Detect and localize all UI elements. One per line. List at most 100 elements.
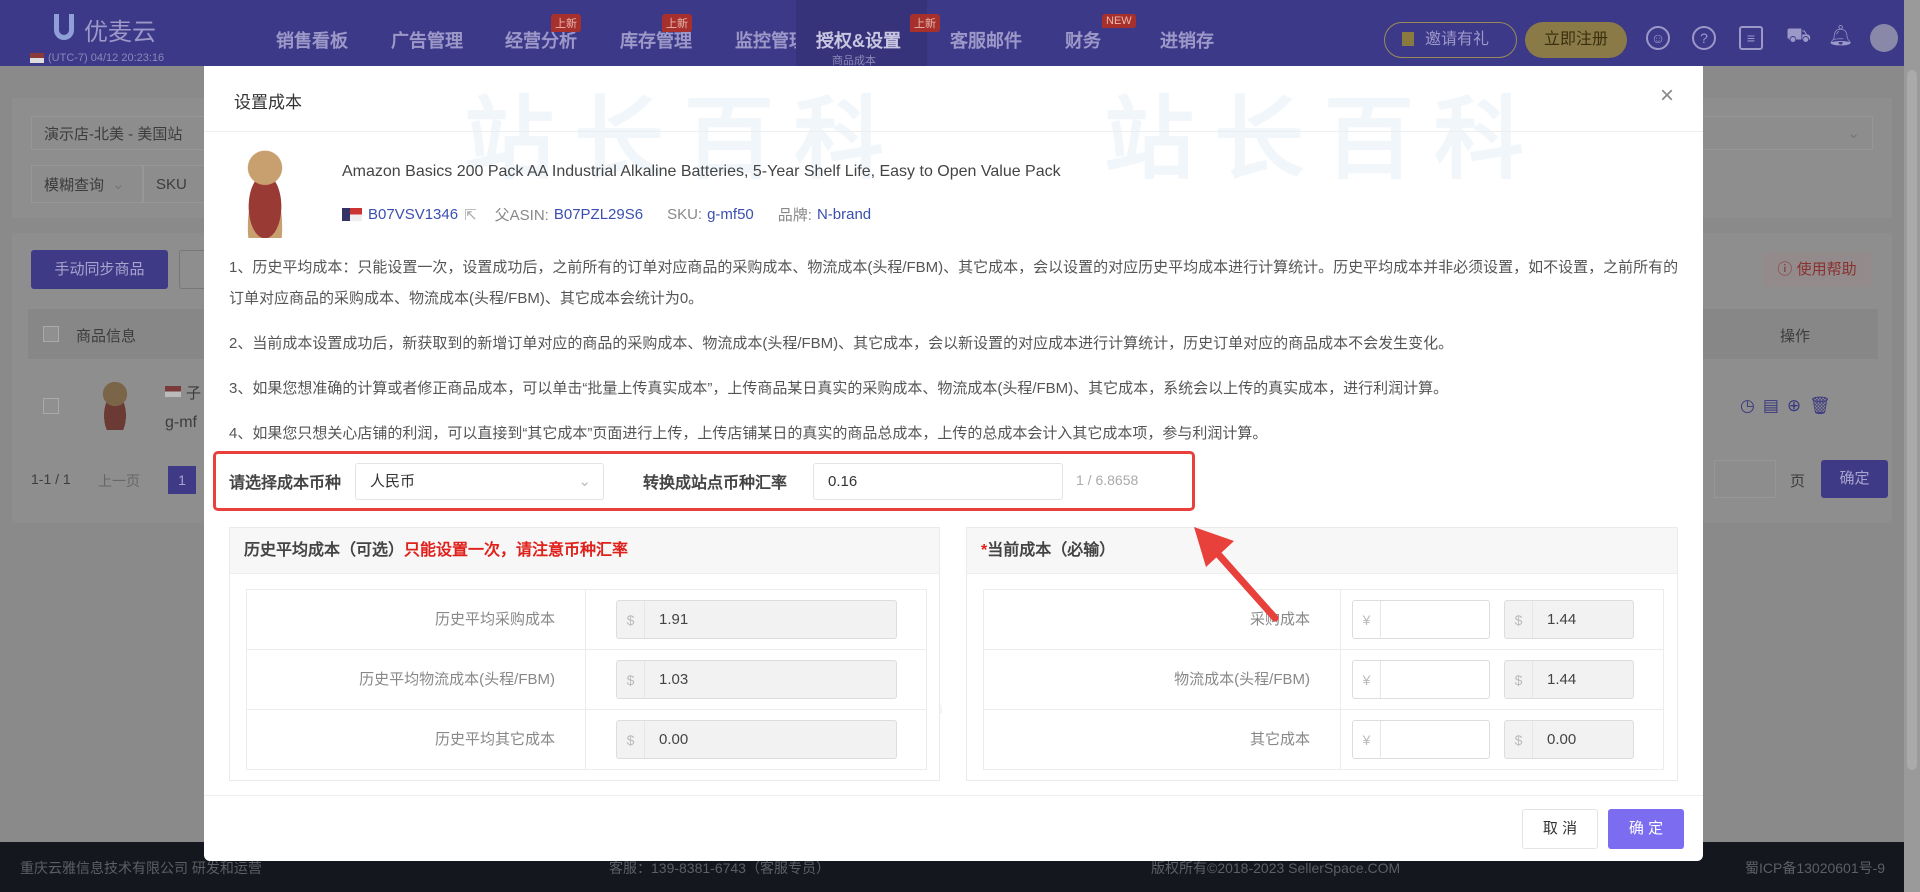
history-cost-table: 历史平均采购成本 $1.91 历史平均物流成本(头程/FBM) $1.03 历史平均… — [246, 589, 927, 770]
modal-title: 设置成本 — [234, 93, 302, 112]
nav-purchase[interactable]: 进销存 — [1160, 27, 1214, 53]
page-jump-confirm[interactable]: 确定 — [1821, 460, 1888, 498]
history-icon[interactable]: ◷ — [1740, 396, 1763, 415]
row-actions: ◷▤⊕🗑︎ — [1740, 396, 1839, 416]
help-button-label: 使用帮助 — [1796, 261, 1857, 278]
nav-ads[interactable]: 广告管理 — [391, 27, 463, 53]
note-4: 4、如果您只想关心店铺的利润，可以直接到“其它成本”页面进行上传，上传店铺某日的… — [229, 425, 1268, 442]
us-flag-icon — [342, 208, 362, 221]
input-value: 0.00 — [1547, 731, 1577, 748]
table-row: 历史平均物流成本(头程/FBM) $1.03 — [247, 650, 926, 710]
input-value: 1.91 — [659, 611, 689, 628]
row-sku: g-mf — [165, 414, 197, 431]
current-title: 当前成本（必输） — [987, 542, 1116, 559]
query-field-select[interactable]: SKU — [143, 165, 213, 203]
rate-label: 转换成站点币种汇率 — [643, 475, 788, 492]
prev-page[interactable]: 上一页 — [98, 471, 140, 491]
nav-settings[interactable]: 授权&设置 — [816, 27, 901, 53]
new-badge: NEW — [1102, 14, 1136, 28]
close-icon[interactable]: × — [1660, 82, 1674, 110]
row-prefix: 子 — [186, 385, 202, 402]
document-icon[interactable]: ▤ — [1763, 396, 1787, 415]
new-badge: 上新 — [551, 14, 581, 32]
currency-select[interactable]: 人民币 ⌄ — [355, 463, 604, 500]
row-label: 历史平均其它成本 — [247, 710, 586, 770]
sku-label: SKU: — [667, 206, 703, 223]
sync-products-button[interactable]: 手动同步商品 — [31, 250, 168, 289]
external-link-icon[interactable]: ⇱ — [464, 206, 477, 224]
history-other-input: $0.00 — [616, 720, 897, 759]
col-actions: 操作 — [1780, 328, 1811, 345]
top-nav: 优麦云 (UTC-7) 04/12 20:23:16 销售看板 广告管理 经营分… — [0, 0, 1904, 67]
confirm-button[interactable]: 确 定 — [1608, 809, 1684, 849]
set-cost-modal: 站长百科 站长百科 站长百科 站长百科 设置成本 × Amazon Basics… — [204, 66, 1703, 861]
dollar-prefix: $ — [617, 661, 645, 698]
support-icon[interactable]: ☺ — [1646, 26, 1670, 50]
new-badge: 上新 — [910, 14, 940, 32]
note-1: 1、历史平均成本：只能设置一次，设置成功后，之前所有的订单对应商品的采购成本、物… — [229, 259, 1679, 307]
us-flag-icon — [30, 53, 44, 63]
currency-icon[interactable]: ⊕ — [1787, 396, 1809, 415]
currency-label: 请选择成本币种 — [229, 475, 342, 492]
input-value: 1.44 — [1547, 611, 1577, 628]
register-button[interactable]: 立即注册 — [1525, 22, 1627, 58]
dollar-prefix: $ — [1505, 661, 1533, 698]
footer-company: 重庆云雅信息技术有限公司 研发和运营 — [20, 860, 262, 876]
delete-icon[interactable]: 🗑︎ — [1809, 396, 1839, 415]
history-cost-header: 历史平均成本（可选）只能设置一次，请注意币种汇率 — [230, 528, 939, 574]
logistics-cost-input[interactable]: ¥ — [1352, 660, 1490, 699]
current-cost-table: 采购成本 ¥ $1.44 物流成本(头程/FBM) ¥ $1.44 其它成本 ¥ $0.00 — [983, 589, 1664, 770]
product-title: Amazon Basics 200 Pack AA Industrial Alk… — [342, 163, 1061, 180]
product-meta: B07VSV1346 ⇱ 父ASIN: B07PZL29S6 SKU: g-mf… — [342, 204, 871, 225]
yuan-prefix: ¥ — [1353, 601, 1381, 638]
nav-sales[interactable]: 销售看板 — [276, 27, 348, 53]
rate-input[interactable] — [813, 463, 1063, 500]
divider — [204, 131, 1703, 132]
logo-icon — [54, 14, 74, 40]
store-select-value: 演示店-北美 - 美国站 — [44, 125, 183, 143]
brand-value: N-brand — [816, 206, 872, 223]
yuan-prefix: ¥ — [1353, 661, 1381, 698]
table-row: 历史平均采购成本 $1.91 — [247, 590, 926, 650]
datetime: (UTC-7) 04/12 20:23:16 — [48, 52, 165, 64]
parent-asin-label: 父ASIN: — [494, 207, 549, 224]
query-field-value: SKU — [156, 175, 187, 193]
dollar-prefix: $ — [1505, 721, 1533, 758]
table-row: 采购成本 ¥ $1.44 — [984, 590, 1663, 650]
page-1[interactable]: 1 — [168, 466, 196, 494]
avatar[interactable] — [1870, 24, 1898, 52]
asin-link[interactable]: B07VSV1346 — [368, 206, 458, 223]
select-all-checkbox[interactable] — [43, 326, 59, 342]
history-warning: 只能设置一次，请注意币种汇率 — [404, 542, 629, 559]
parent-asin[interactable]: B07PZL29S6 — [554, 206, 643, 223]
current-cost-panel: *当前成本（必输） 采购成本 ¥ $1.44 物流成本(头程/FBM) ¥ $1.44 … — [966, 527, 1678, 781]
pagination-range: 1-1 / 1 — [31, 471, 71, 487]
other-cost-input[interactable]: ¥ — [1352, 720, 1490, 759]
cancel-button[interactable]: 取 消 — [1522, 809, 1598, 849]
purchase-cost-input[interactable]: ¥ — [1352, 600, 1490, 639]
help-icon[interactable]: ? — [1692, 26, 1716, 50]
nav-mail[interactable]: 客服邮件 — [950, 27, 1022, 53]
yuan-prefix: ¥ — [1353, 721, 1381, 758]
history-purchase-input: $1.91 — [616, 600, 897, 639]
row-label: 历史平均采购成本 — [247, 590, 586, 650]
history-title: 历史平均成本（可选） — [244, 542, 405, 559]
page-label: 页 — [1790, 473, 1806, 490]
nav-finance[interactable]: 财务 — [1065, 27, 1101, 53]
page-jump-input[interactable] — [1714, 460, 1776, 498]
bell-icon[interactable]: 🔔︎ — [1828, 26, 1853, 50]
table-row: 物流成本(头程/FBM) ¥ $1.44 — [984, 650, 1663, 710]
annotation-arrow-icon — [1194, 527, 1279, 622]
other-cost-usd: $0.00 — [1504, 720, 1634, 759]
row-checkbox[interactable] — [43, 398, 59, 414]
query-mode-select[interactable]: 模糊查询 ⌄ — [31, 165, 143, 203]
input-value: 1.03 — [659, 671, 689, 688]
message-icon[interactable]: ≡ — [1739, 26, 1763, 50]
help-button[interactable]: ⓘ 使用帮助 — [1763, 252, 1871, 287]
invite-label: 邀请有礼 — [1425, 31, 1490, 48]
page-scrollbar[interactable] — [1904, 0, 1920, 892]
cart-icon[interactable]: ⛟ — [1786, 26, 1811, 50]
footer-support: 客服：139-8381-6743（客服专员） — [609, 860, 830, 876]
row-label: 其它成本 — [984, 710, 1341, 770]
purchase-cost-usd: $1.44 — [1504, 600, 1634, 639]
